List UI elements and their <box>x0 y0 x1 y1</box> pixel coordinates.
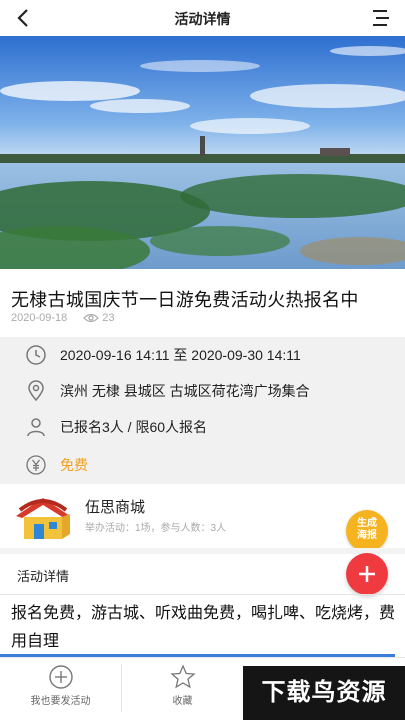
store-name: 伍思商城 <box>85 499 146 516</box>
activity-meta: 2020-09-18 23 <box>11 312 115 324</box>
activity-title: 无棣古城国庆节一日游免费活动火热报名中 <box>11 290 359 310</box>
poster-label-line1: 生成 <box>357 518 377 529</box>
organizer-store[interactable]: 伍思商城 举办活动：1场，参与人数：3人 <box>0 486 405 546</box>
detail-heading: 活动详情 <box>17 569 70 584</box>
add-button[interactable] <box>346 553 388 595</box>
watermark-logo: 下载鸟资源 <box>243 666 405 720</box>
activity-info-panel: 2020-09-16 14:11 至 2020-09-30 14:11 滨州 无… <box>0 337 405 484</box>
menu-icon[interactable] <box>371 8 391 28</box>
eye-icon <box>83 313 100 323</box>
activity-fee: 免费 <box>60 457 88 473</box>
page-title: 活动详情 <box>174 11 231 27</box>
tab-separator <box>121 664 122 712</box>
activity-time: 2020-09-16 14:11 至 2020-09-30 14:11 <box>60 347 301 363</box>
activity-location: 滨州 无棣 县城区 古城区荷花湾广场集合 <box>60 383 310 399</box>
detail-body-text: 报名免费，游古城、听戏曲免费，喝扎啤、吃烧烤，费用自理 <box>11 605 396 650</box>
enroll-count: 已报名3人 / 限60人报名 <box>60 419 208 435</box>
view-count: 23 <box>102 312 115 324</box>
time-row: 2020-09-16 14:11 至 2020-09-30 14:11 <box>0 337 405 373</box>
plus-circle-icon <box>48 665 73 689</box>
detail-section-header: 活动详情 <box>0 556 405 592</box>
yuan-icon <box>26 455 46 475</box>
publish-date: 2020-09-18 <box>11 312 68 324</box>
favorite-button[interactable]: 收藏 <box>122 658 243 720</box>
activity-cover-image <box>0 36 405 269</box>
plus-icon <box>359 566 375 582</box>
fee-row: 免费 <box>0 447 405 483</box>
enroll-row: 已报名3人 / 限60人报名 <box>0 409 405 445</box>
star-icon <box>169 664 196 689</box>
person-icon <box>27 418 45 437</box>
favorite-label: 收藏 <box>172 696 193 707</box>
publish-activity-button[interactable]: 我也要发活动 <box>0 658 121 720</box>
top-nav-bar: 活动详情 <box>0 0 405 36</box>
store-stats: 举办活动：1场，参与人数：3人 <box>85 523 227 534</box>
location-row[interactable]: 滨州 无棣 县城区 古城区荷花湾广场集合 <box>0 373 405 409</box>
clock-icon <box>26 345 46 365</box>
publish-activity-label: 我也要发活动 <box>30 696 91 707</box>
location-pin-icon <box>28 380 44 402</box>
section-divider <box>0 548 405 554</box>
generate-poster-button[interactable]: 生成 海报 <box>346 510 388 552</box>
detail-divider <box>0 594 405 595</box>
store-logo-house-icon <box>16 498 70 539</box>
poster-label-line2: 海报 <box>357 530 377 541</box>
